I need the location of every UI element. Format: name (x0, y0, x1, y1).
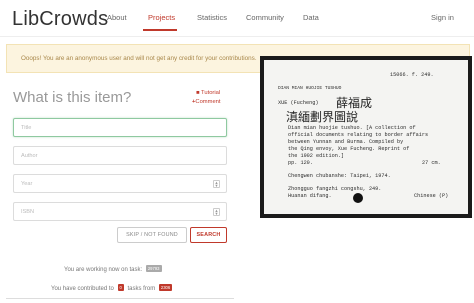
contrib-middle: tasks from (127, 286, 156, 292)
alert-message: Ooops! You are an anonymous user and wil… (21, 55, 257, 62)
series-2: Huanan difang. (288, 193, 332, 199)
nav-link-statistics[interactable]: Statistics (197, 13, 227, 22)
year-placeholder: Year (21, 181, 33, 187)
active-tab-indicator (143, 29, 177, 31)
task-id-badge: 29793 (145, 265, 162, 272)
nav-link-projects[interactable]: Projects (148, 13, 175, 22)
bottom-divider (6, 298, 234, 299)
author-placeholder: Author (21, 153, 38, 159)
desc-line-3: between Yunnan and Burma. Compiled by (288, 139, 404, 145)
year-field[interactable]: Year ▲ ▼ (13, 174, 227, 193)
size: 27 cm. (422, 160, 441, 166)
nav-link-about[interactable]: About (107, 13, 127, 22)
comment-label: Comment (195, 99, 221, 105)
title-placeholder: Title (21, 125, 32, 131)
total-tasks-badge: 2306 (158, 284, 173, 291)
title-cjk: 滇緬劃界圖說 (286, 110, 359, 124)
working-label: You are working now on task: (64, 267, 143, 273)
author-field[interactable]: Author (13, 146, 227, 165)
isbn-field[interactable]: ISBN ▲ ▼ (13, 202, 227, 221)
desc-line-5: the 1902 edition.] (288, 153, 345, 159)
top-navbar: LibCrowds About Projects Statistics Comm… (0, 0, 474, 36)
nav-link-data[interactable]: Data (303, 13, 319, 22)
desc-line-4: the Qing envoy, Xue Fucheng. Reprint of (288, 146, 410, 152)
contrib-prefix: You have contributed to (51, 286, 114, 292)
desc-line-2: official documents relating to border af… (288, 132, 429, 138)
isbn-placeholder: ISBN (21, 209, 35, 215)
signin-link[interactable]: Sign in (431, 13, 454, 22)
pages: pp. 120. (288, 160, 313, 166)
romanized-title: DIAN MIAN HUOJIE TUSHUO (278, 86, 342, 91)
tutorial-link[interactable]: ■ Tutorial (196, 90, 220, 96)
nav-divider (0, 36, 474, 37)
tutorial-label: Tutorial (201, 90, 221, 96)
contribution-line: You have contributed to 0 tasks from 230… (51, 284, 174, 292)
desc-line-1: Dian mian huojie tushuo. [A collection o… (288, 125, 416, 131)
catalogue-card-image: 15066. f. 249. DIAN MIAN HUOJIE TUSHUO X… (264, 60, 468, 214)
card-punch-hole (353, 193, 363, 203)
title-field[interactable]: Title (13, 118, 227, 137)
search-button[interactable]: SEARCH (190, 227, 227, 243)
page-title: What is this item? (13, 89, 132, 106)
publisher: Chengwen chubanshe: Taipei, 1974. (288, 173, 391, 179)
spinner-icon[interactable]: ▲ ▼ (213, 208, 220, 216)
comment-link[interactable]: +Comment (192, 99, 221, 105)
spinner-icon[interactable]: ▲ ▼ (213, 180, 220, 188)
book-icon: ■ (196, 90, 200, 96)
language: Chinese (P) (414, 193, 449, 199)
nav-link-community[interactable]: Community (246, 13, 284, 22)
series: Zhongguo fangzhi congshu, 249. (288, 186, 382, 192)
contrib-count-badge: 0 (117, 284, 124, 291)
author-romanized: XUE (Fucheng) (278, 100, 319, 106)
working-task-line: You are working now on task: 29793 (64, 265, 162, 273)
logo[interactable]: LibCrowds (12, 8, 108, 31)
skip-button[interactable]: SKIP / NOT FOUND (117, 227, 187, 243)
catalog-number: 15066. f. 249. (390, 72, 434, 78)
